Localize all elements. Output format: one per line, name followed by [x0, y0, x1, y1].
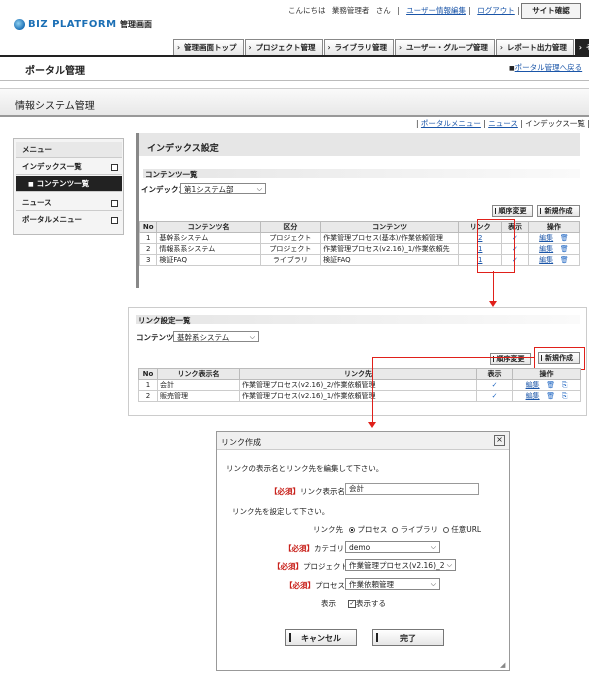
greeting-text: こんにちは: [288, 6, 326, 15]
index-select[interactable]: 第1システム部 ⌵: [180, 183, 266, 194]
sidebar-item-index[interactable]: インデックス一覧: [16, 159, 122, 175]
check-icon: ✓: [491, 381, 498, 389]
check-icon: ✓: [491, 392, 498, 400]
bullet-icon: [111, 200, 118, 207]
breadcrumb-current: インデックス一覧: [525, 119, 585, 128]
name-label: 【必須】リンク表示名: [270, 487, 345, 496]
table-row: 1 会計 作業管理プロセス(v2.16)_2/作業依頼管理 ✓ 編集 🗑 ⎘: [138, 379, 581, 391]
edit-link[interactable]: 編集: [539, 256, 553, 264]
nav-user-group[interactable]: ユーザー・グループ管理: [395, 39, 495, 56]
nav-divider: [0, 55, 589, 57]
logo-text: BIZ PLATFORM: [28, 19, 117, 30]
project-select[interactable]: 作業管理プロセス(v2.16)_2 ⌵: [345, 559, 456, 571]
divider: [0, 80, 589, 81]
link-table: No リンク表示名 リンク先 表示 操作 1 会計 作業管理プロセス(v2.16…: [138, 368, 581, 402]
logo-icon: [14, 19, 25, 30]
dialog-title: リンク作成: [221, 438, 261, 447]
radio-library[interactable]: [392, 527, 399, 533]
edit-user-link[interactable]: ユーザー情報編集: [406, 6, 466, 15]
process-select[interactable]: 作業依頼管理 ⌵: [345, 578, 440, 590]
display-checkbox[interactable]: ✓表示する: [348, 598, 386, 609]
arrow-line: [372, 357, 373, 425]
top-links: こんにちは 業務管理者 さん | ユーザー情報編集 | ログアウト |: [288, 6, 520, 15]
chevron-down-icon: ⌵: [256, 185, 262, 193]
sidebar-item-portal-menu[interactable]: ポータルメニュー: [16, 212, 122, 228]
logo-subtitle: 管理画面: [120, 20, 152, 29]
close-icon[interactable]: ×: [494, 435, 505, 446]
radio-process[interactable]: [349, 527, 355, 533]
sidebar-header: メニュー: [16, 142, 122, 158]
system-title: 情報システム管理: [15, 101, 95, 112]
display-label: 表示: [321, 599, 336, 608]
trash-icon[interactable]: 🗑: [546, 392, 555, 400]
chevron-down-icon: ⌵: [430, 580, 436, 588]
breadcrumb-portal-menu[interactable]: ポータルメニュー: [421, 119, 481, 128]
new-create-button[interactable]: 新規作成: [537, 205, 580, 217]
arrow-line: [493, 271, 494, 305]
order-change-button[interactable]: 順序変更: [492, 205, 533, 217]
breadcrumb: | ポータルメニュー | ニュース | インデックス一覧 |: [416, 119, 589, 128]
project-label: 【必須】プロジェクト: [273, 562, 348, 571]
bullet-icon: [111, 164, 118, 171]
table-row: 2 販売管理 作業管理プロセス(v2.16)_1/作業依頼管理 ✓ 編集 🗑 ⎘: [138, 390, 581, 402]
content-list-label: コンテンツ一覧: [145, 170, 198, 179]
user-honorific: さん: [375, 6, 391, 15]
link-order-change-button[interactable]: 順序変更: [490, 353, 531, 365]
highlight-new-button: [534, 347, 585, 370]
edit-link[interactable]: 編集: [526, 392, 540, 400]
nav-other[interactable]: その他: [574, 39, 589, 56]
back-link[interactable]: ■ポータル管理へ戻る: [509, 62, 582, 73]
sidebar-item-news[interactable]: ニュース: [16, 195, 122, 211]
trash-icon[interactable]: 🗑: [560, 245, 569, 253]
category-select[interactable]: demo ⌵: [345, 541, 440, 553]
chevron-down-icon: ⌵: [249, 333, 255, 341]
main-nav: 管理画面トップ プロジェクト管理 ライブラリ管理 ユーザー・グループ管理 レポー…: [173, 39, 589, 56]
arrow-line: [372, 357, 534, 358]
page-title: ポータル管理: [25, 66, 85, 77]
target-radio-group: プロセス ライブラリ 任意URL: [349, 524, 481, 535]
cancel-button[interactable]: キャンセル: [285, 629, 357, 646]
breadcrumb-news[interactable]: ニュース: [488, 119, 518, 128]
content-select[interactable]: 基幹系システム ⌵: [173, 331, 259, 342]
site-check-button[interactable]: サイト確認: [521, 3, 581, 19]
index-settings-title: インデックス設定: [147, 144, 219, 154]
checkbox-checked-icon[interactable]: ✓: [348, 600, 356, 608]
category-label: 【必須】カテゴリ: [284, 544, 344, 553]
trash-icon[interactable]: 🗑: [560, 234, 569, 242]
copy-icon[interactable]: ⎘: [562, 381, 568, 389]
link-settings-label: リンク設定一覧: [138, 316, 191, 325]
resize-handle-icon[interactable]: ◢: [500, 661, 505, 669]
highlight-link-column: [477, 219, 515, 273]
arrow-down-icon: [368, 422, 376, 428]
table-header-row: No リンク表示名 リンク先 表示 操作: [138, 368, 581, 380]
link-name-input[interactable]: 会計: [345, 483, 479, 495]
process-label: 【必須】プロセス: [285, 581, 345, 590]
edit-link[interactable]: 編集: [539, 245, 553, 253]
ok-button[interactable]: 完了: [372, 629, 444, 646]
trash-icon[interactable]: 🗑: [560, 256, 569, 264]
dialog-intro: リンクの表示名とリンク先を編集して下さい。: [226, 464, 384, 473]
copy-icon[interactable]: ⎘: [562, 392, 568, 400]
content-label: コンテンツ: [136, 333, 174, 342]
edit-link[interactable]: 編集: [539, 234, 553, 242]
user-name: 業務管理者: [331, 6, 370, 15]
trash-icon[interactable]: 🗑: [546, 381, 555, 389]
nav-report[interactable]: レポート出力管理: [495, 39, 574, 56]
section-header: [143, 169, 580, 178]
chevron-down-icon: ⌵: [446, 561, 452, 569]
section-header: [136, 315, 580, 324]
edit-link[interactable]: 編集: [526, 381, 540, 389]
target-intro: リンク先を設定して下さい。: [232, 507, 330, 516]
chevron-down-icon: ⌵: [430, 543, 436, 551]
target-label: リンク先: [313, 525, 343, 534]
nav-project[interactable]: プロジェクト管理: [244, 39, 323, 56]
radio-url[interactable]: [442, 527, 449, 533]
logout-link[interactable]: ログアウト: [477, 6, 515, 15]
sidebar-item-content-list[interactable]: ■ コンテンツ一覧: [16, 176, 122, 192]
bullet-icon: [111, 217, 118, 224]
nav-admin-top[interactable]: 管理画面トップ: [173, 39, 244, 56]
nav-library[interactable]: ライブラリ管理: [323, 39, 394, 56]
